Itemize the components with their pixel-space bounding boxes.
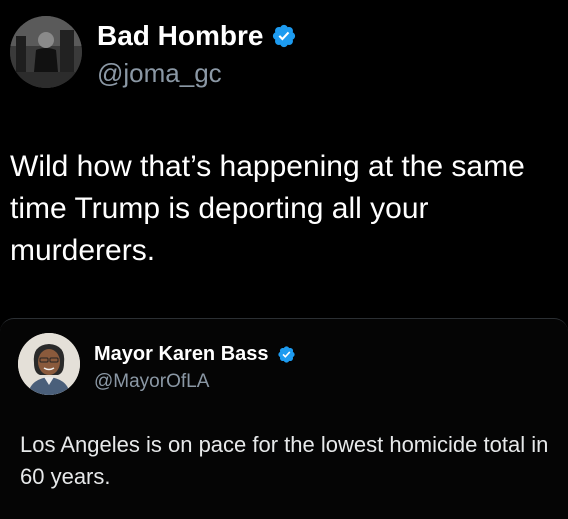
quoted-author-name[interactable]: Mayor Karen Bass	[94, 343, 269, 366]
tweet: Bad Hombre @joma_gc Wild how that’s happ…	[0, 0, 568, 519]
tweet-text: Wild how that’s happening at the same ti…	[10, 150, 525, 267]
author-avatar[interactable]	[10, 16, 82, 88]
quoted-author-name-row[interactable]: Mayor Karen Bass	[94, 343, 296, 366]
verified-badge-icon	[271, 23, 297, 49]
quoted-verified-badge-icon	[277, 345, 296, 364]
quoted-tweet-text: Los Angeles is on pace for the lowest ho…	[20, 432, 549, 489]
quoted-author-avatar[interactable]	[18, 333, 80, 395]
author-handle[interactable]: @joma_gc	[97, 58, 222, 89]
quoted-tweet-card[interactable]: Mayor Karen Bass @MayorOfLA Los Angeles …	[0, 318, 568, 519]
author-name[interactable]: Bad Hombre	[97, 20, 263, 52]
quoted-author-handle[interactable]: @MayorOfLA	[94, 371, 209, 393]
author-name-row[interactable]: Bad Hombre	[97, 20, 297, 52]
